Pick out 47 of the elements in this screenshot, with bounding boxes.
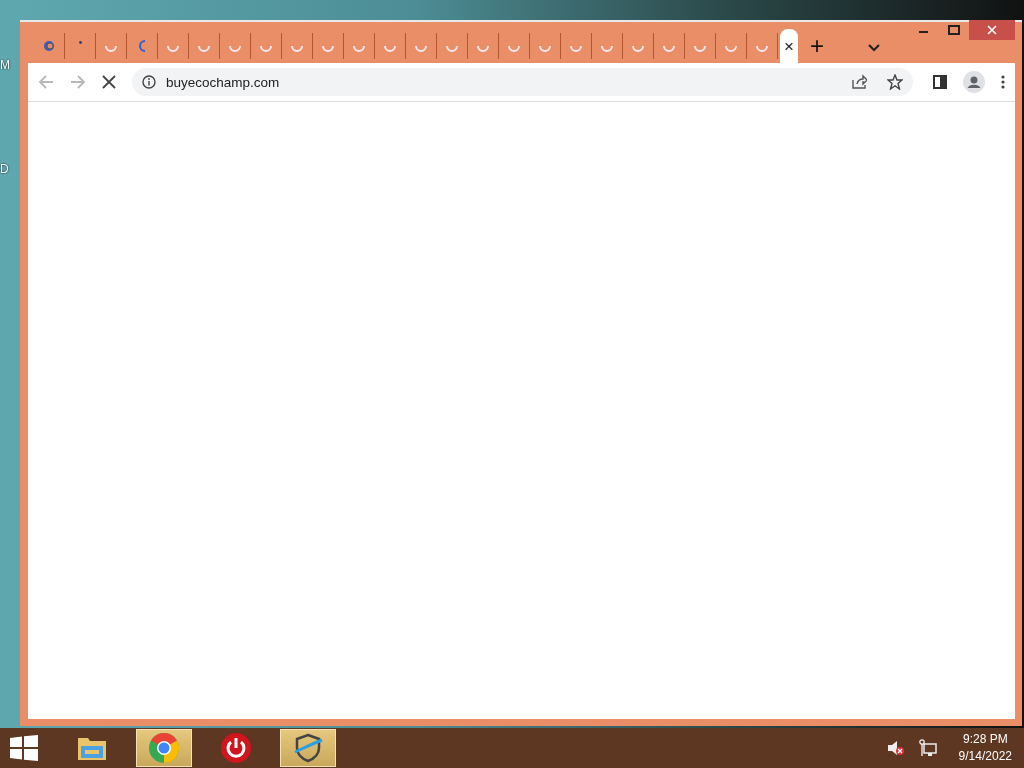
loading-spinner-icon [167,44,179,52]
loading-spinner-icon [601,44,613,52]
muted-speaker-icon[interactable] [886,740,905,756]
tab-search-icon[interactable] [867,43,881,53]
share-icon[interactable] [851,74,867,90]
more-menu-icon[interactable] [1001,75,1005,89]
dot-icon [78,40,82,44]
star-icon[interactable] [887,74,903,90]
loading-spinner-icon [384,44,396,52]
loading-spinner-icon [539,44,551,52]
loading-spinner-icon [570,44,582,52]
loading-spinner-icon [446,44,458,52]
start-windows-icon[interactable] [10,735,38,761]
loading-spinner-icon [353,44,365,52]
loading-spinner-icon [632,44,644,52]
profile-avatar-icon[interactable] [963,71,985,93]
stop-icon[interactable] [102,75,116,89]
network-icon[interactable] [918,739,937,757]
loading-spinner-icon [198,44,210,52]
loading-spinner-icon [105,44,117,52]
forward-arrow-icon[interactable] [70,74,86,90]
loading-spinner-icon [138,40,146,52]
browser-tab[interactable]: × [780,29,798,63]
chrome-icon [148,732,180,764]
info-icon [142,75,156,89]
power-icon [220,732,252,764]
clock[interactable]: 9:28 PM 9/14/2022 [958,731,1012,765]
loading-spinner-icon [756,44,768,52]
loading-spinner-icon [260,44,272,52]
address-bar[interactable]: buyecochamp.com [132,68,913,96]
loading-spinner-icon [291,44,303,52]
loading-spinner-icon [725,44,737,52]
back-arrow-icon[interactable] [38,74,54,90]
loading-spinner-icon [694,44,706,52]
loading-spinner-icon [508,44,520,52]
loading-spinner-icon [663,44,675,52]
loading-spinner-icon [322,44,334,52]
loading-spinner-icon [477,44,489,52]
taskbar-button[interactable] [280,729,336,767]
side-panel-icon[interactable] [933,75,947,89]
loading-spinner-icon [415,44,427,52]
close-tab-button[interactable]: × [784,37,794,55]
globe-icon [43,40,55,52]
loading-spinner-icon [229,44,241,52]
url-text: buyecochamp.com [166,74,280,90]
new-tab-button[interactable]: + [810,34,824,58]
shield-icon [292,732,324,764]
